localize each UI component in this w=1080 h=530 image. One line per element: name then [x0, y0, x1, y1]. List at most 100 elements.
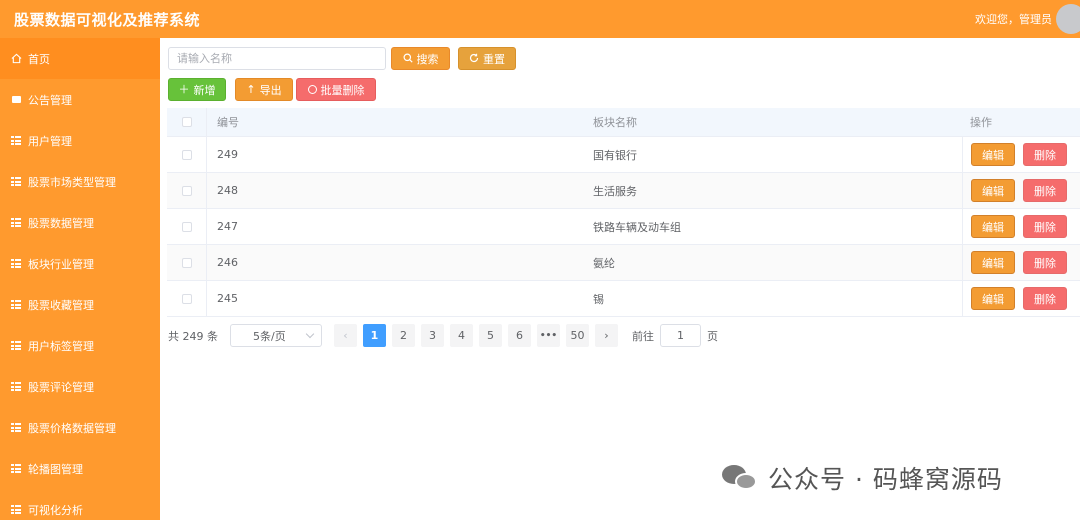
grid-icon — [10, 217, 22, 229]
grid-icon — [10, 135, 22, 147]
grid-icon — [10, 299, 22, 311]
row-checkbox[interactable] — [181, 257, 192, 268]
sidebar-item-label: 轮播图管理 — [28, 462, 83, 476]
edit-button[interactable]: 编辑 — [971, 143, 1015, 166]
select-all-cell — [167, 108, 207, 136]
batch-delete-button[interactable]: 批量删除 — [296, 78, 376, 101]
page-4[interactable]: 4 — [450, 324, 473, 347]
cell-name: 氨纶 — [593, 256, 615, 270]
cell-id: 245 — [217, 292, 238, 305]
sidebar-item-carousel[interactable]: 轮播图管理 — [0, 448, 160, 489]
sidebar-item-visualization[interactable]: 可视化分析 — [0, 489, 160, 530]
action-toolbar: ＋ 新增 ↑ 导出 批量删除 — [168, 78, 376, 101]
chevron-down-icon — [305, 329, 315, 339]
plus-icon: ＋ — [178, 83, 190, 96]
sidebar-item-label: 公告管理 — [28, 93, 72, 107]
export-button[interactable]: ↑ 导出 — [235, 78, 293, 101]
more-pages-button[interactable]: ••• — [537, 324, 560, 347]
avatar[interactable] — [1056, 4, 1080, 34]
sidebar-item-label: 股票评论管理 — [28, 380, 94, 394]
watermark-text: 公众号 · 码蜂窝源码 — [768, 465, 1003, 494]
column-header-id: 编号 — [217, 116, 239, 129]
sidebar-item-market-types[interactable]: 股票市场类型管理 — [0, 161, 160, 202]
cell-name: 国有银行 — [593, 148, 637, 162]
grid-icon — [10, 422, 22, 434]
cell-ops: 编辑 删除 — [962, 281, 1080, 316]
search-input[interactable] — [168, 47, 386, 70]
chat-icon — [10, 94, 22, 106]
sidebar-item-label: 股票市场类型管理 — [28, 175, 116, 189]
main-content: 搜索 重置 ＋ 新增 ↑ 导出 批量删除 编号 板块名称 操作 — [160, 38, 1080, 520]
minus-circle-icon — [307, 85, 317, 94]
page-6[interactable]: 6 — [508, 324, 531, 347]
select-all-checkbox[interactable] — [181, 117, 192, 127]
pagination: 共 249 条 5条/页 ‹ 1 2 3 4 5 6 ••• 50 › 前往 页 — [168, 324, 718, 347]
cell-id: 249 — [217, 148, 238, 161]
search-button[interactable]: 搜索 — [391, 47, 450, 70]
column-header-name: 板块名称 — [593, 116, 637, 129]
data-table: 编号 板块名称 操作 249 国有银行 编辑 删除 248 生活服务 编辑 删除… — [167, 108, 1080, 317]
grid-icon — [10, 258, 22, 270]
wechat-logo-icon — [722, 463, 760, 493]
sidebar-item-announcements[interactable]: 公告管理 — [0, 79, 160, 120]
cell-name: 锡 — [593, 292, 604, 306]
cell-name: 铁路车辆及动车组 — [593, 220, 681, 234]
user-area[interactable]: 欢迎您，管理员 — [975, 0, 1080, 38]
row-checkbox[interactable] — [181, 221, 192, 232]
app-title: 股票数据可视化及推荐系统 — [14, 10, 201, 29]
page-size-select[interactable]: 5条/页 — [230, 324, 322, 347]
grid-icon — [10, 381, 22, 393]
next-page-button[interactable]: › — [595, 324, 618, 347]
page-3[interactable]: 3 — [421, 324, 444, 347]
edit-button[interactable]: 编辑 — [971, 251, 1015, 274]
table-row: 247 铁路车辆及动车组 编辑 删除 — [167, 209, 1080, 245]
sidebar-item-price-data[interactable]: 股票价格数据管理 — [0, 407, 160, 448]
edit-button[interactable]: 编辑 — [971, 179, 1015, 202]
cell-name: 生活服务 — [593, 184, 637, 198]
row-checkbox[interactable] — [181, 293, 192, 304]
cell-ops: 编辑 删除 — [962, 245, 1080, 280]
sidebar-item-sectors[interactable]: 板块行业管理 — [0, 243, 160, 284]
delete-button[interactable]: 删除 — [1023, 179, 1067, 202]
goto-label: 前往 — [632, 329, 654, 343]
table-row: 249 国有银行 编辑 删除 — [167, 137, 1080, 173]
grid-icon — [10, 176, 22, 188]
grid-icon — [10, 340, 22, 352]
sidebar-item-label: 板块行业管理 — [28, 257, 94, 271]
sidebar-item-label: 用户标签管理 — [28, 339, 94, 353]
edit-button[interactable]: 编辑 — [971, 215, 1015, 238]
grid-icon — [10, 504, 22, 516]
top-bar: 股票数据可视化及推荐系统 欢迎您，管理员 — [0, 0, 1080, 38]
cell-id: 248 — [217, 184, 238, 197]
row-checkbox[interactable] — [181, 149, 192, 160]
table-row: 248 生活服务 编辑 删除 — [167, 173, 1080, 209]
refresh-icon — [469, 53, 479, 65]
delete-button[interactable]: 删除 — [1023, 287, 1067, 310]
welcome-text[interactable]: 欢迎您，管理员 — [975, 11, 1052, 27]
prev-page-button[interactable]: ‹ — [334, 324, 357, 347]
row-checkbox[interactable] — [181, 185, 192, 196]
sidebar-item-users[interactable]: 用户管理 — [0, 120, 160, 161]
sidebar-item-label: 可视化分析 — [28, 503, 83, 517]
page-50[interactable]: 50 — [566, 324, 589, 347]
home-icon — [10, 53, 22, 65]
sidebar-item-home[interactable]: 首页 — [0, 38, 160, 79]
sidebar-item-label: 股票数据管理 — [28, 216, 94, 230]
delete-button[interactable]: 删除 — [1023, 251, 1067, 274]
sidebar-item-comments[interactable]: 股票评论管理 — [0, 366, 160, 407]
page-1[interactable]: 1 — [363, 324, 386, 347]
sidebar-item-favorites[interactable]: 股票收藏管理 — [0, 284, 160, 325]
goto-page-input[interactable] — [660, 324, 701, 347]
page-5[interactable]: 5 — [479, 324, 502, 347]
edit-button[interactable]: 编辑 — [971, 287, 1015, 310]
sidebar-item-user-tags[interactable]: 用户标签管理 — [0, 325, 160, 366]
delete-button[interactable]: 删除 — [1023, 143, 1067, 166]
goto-suffix: 页 — [707, 329, 718, 343]
add-button[interactable]: ＋ 新增 — [168, 78, 226, 101]
delete-button[interactable]: 删除 — [1023, 215, 1067, 238]
sidebar-item-stock-data[interactable]: 股票数据管理 — [0, 202, 160, 243]
page-2[interactable]: 2 — [392, 324, 415, 347]
reset-button[interactable]: 重置 — [458, 47, 516, 70]
sidebar: 首页 公告管理 用户管理 股票市场类型管理 股票数据管理 板块行业管理 股票收藏… — [0, 38, 160, 520]
cell-id: 247 — [217, 220, 238, 233]
